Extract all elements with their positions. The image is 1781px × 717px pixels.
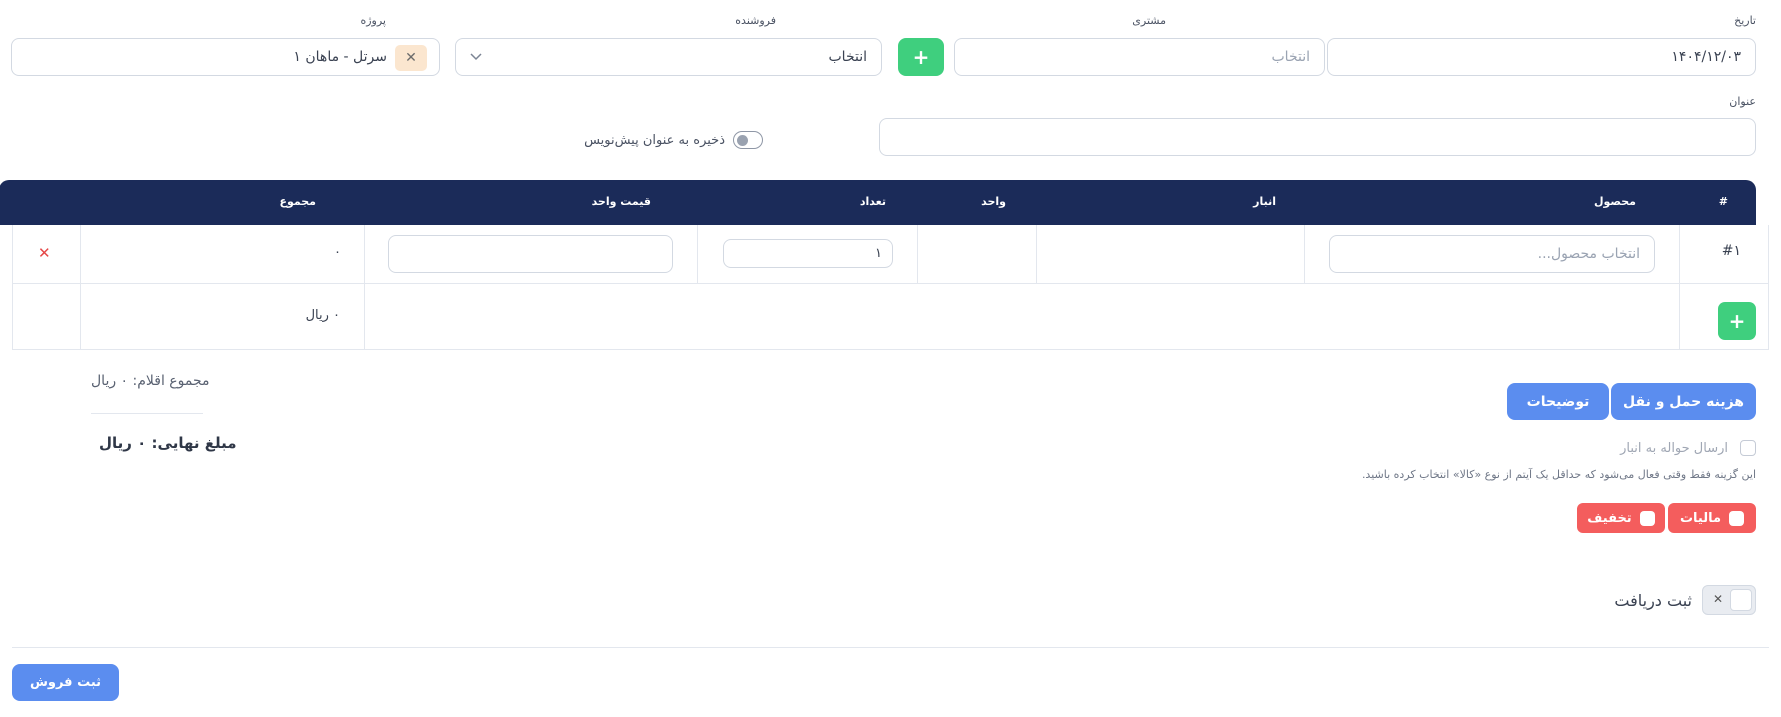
send-warehouse-group: ارسال حواله به انبار [1620,440,1756,456]
send-warehouse-label: ارسال حواله به انبار [1620,440,1728,456]
draft-toggle[interactable] [733,131,763,149]
chevron-down-icon [470,49,482,65]
header-unit: واحد [981,195,1006,208]
draft-toggle-label: ذخیره به عنوان پیش‌نویس [584,132,725,148]
register-payment-group: ✕ ثبت دریافت [1614,585,1756,615]
plus-icon: + [912,45,930,69]
summary-divider [91,413,203,414]
customer-field[interactable]: انتخاب [954,38,1325,76]
discount-label: تخفیف [1587,510,1632,526]
header-index: # [1718,195,1728,208]
project-value: سرتل - ماهان ۱ [293,49,387,65]
customer-label: مشتری [1132,14,1166,27]
customer-placeholder: انتخاب [1271,49,1311,65]
tax-checkbox [1729,510,1745,526]
date-label: تاریخ [1734,14,1756,27]
footer-divider [12,647,1769,648]
product-select[interactable]: انتخاب محصول... [1329,235,1655,273]
table-header: # محصول انبار واحد تعداد قیمت واحد مجموع [0,180,1756,225]
quantity-value: ۱ [875,246,882,261]
table-footer-total: ۰ ریال [305,308,340,323]
unit-price-input[interactable] [388,235,673,273]
add-row-button[interactable]: + [1718,302,1756,340]
close-icon: ✕ [38,244,51,262]
row-total: ۰ [334,245,341,260]
close-icon: ✕ [1713,592,1724,606]
date-value: ۱۴۰۴/۱۲/۰۳ [1671,49,1741,65]
title-label: عنوان [1729,95,1756,108]
discount-button[interactable]: تخفیف [1577,503,1665,533]
header-total: مجموع [279,195,316,208]
seller-label: فروشنده [735,14,776,27]
close-icon[interactable]: ✕ [395,45,427,71]
title-input[interactable] [879,118,1756,156]
register-payment-label: ثبت دریافت [1614,590,1692,610]
project-select[interactable]: ✕ سرتل - ماهان ۱ [11,38,440,76]
header-quantity: تعداد [859,195,886,208]
draft-toggle-group: ذخیره به عنوان پیش‌نویس [584,131,763,149]
send-warehouse-checkbox[interactable] [1740,440,1756,456]
header-unit-price: قیمت واحد [591,195,651,208]
items-total: مجموع اقلام: ۰ ریال [91,373,210,389]
final-amount: مبلغ نهایی: ۰ ریال [99,434,237,452]
discount-checkbox [1639,510,1655,526]
plus-icon: + [1728,309,1746,333]
tax-button[interactable]: مالیات [1668,503,1756,533]
project-label: پروژه [360,14,386,27]
header-product: محصول [1593,195,1636,208]
row-index: #۱ [1721,243,1741,259]
date-field[interactable]: ۱۴۰۴/۱۲/۰۳ [1327,38,1756,76]
register-payment-toggle[interactable]: ✕ [1702,585,1756,615]
delete-row-button[interactable]: ✕ [38,244,51,262]
shipping-cost-button[interactable]: هزینه حمل و نقل [1611,383,1756,420]
seller-select[interactable]: انتخاب [455,38,882,76]
tax-label: مالیات [1679,510,1722,526]
submit-sale-button[interactable]: ثبت فروش [12,664,119,701]
add-customer-button[interactable]: + [898,38,944,76]
description-button[interactable]: توضیحات [1507,383,1609,420]
quantity-input[interactable]: ۱ [723,239,893,268]
header-warehouse: انبار [1253,195,1276,208]
product-placeholder: انتخاب محصول... [1537,246,1640,262]
seller-value: انتخاب [828,49,868,65]
send-warehouse-note: این گزینه فقط وقتی فعال می‌شود که حداقل … [1361,468,1756,481]
